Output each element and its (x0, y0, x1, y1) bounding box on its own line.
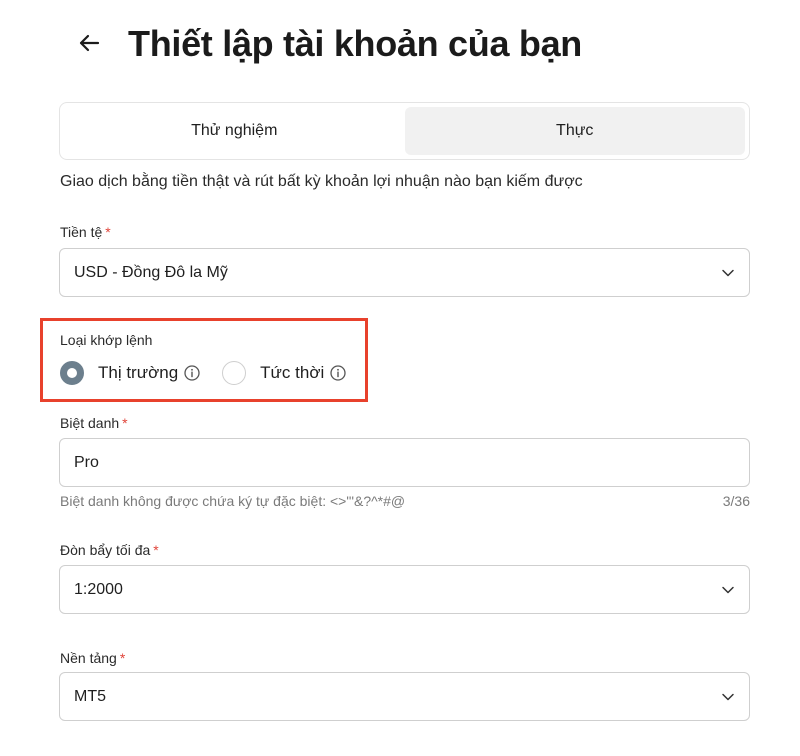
currency-label-text: Tiền tệ (60, 224, 103, 240)
arrow-left-icon (78, 32, 100, 59)
chevron-down-icon (721, 690, 735, 704)
platform-label-text: Nền tảng (60, 650, 117, 666)
platform-label: Nền tảng * (60, 650, 125, 666)
radio-instant-label: Tức thời (260, 363, 325, 382)
radio-market-label: Thị trường (98, 363, 179, 382)
currency-value: USD - Đồng Đô la Mỹ (74, 263, 228, 281)
leverage-label-text: Đòn bẩy tối đa (60, 542, 151, 558)
leverage-label: Đòn bẩy tối đa * (60, 542, 159, 558)
tab-real[interactable]: Thực (404, 107, 745, 155)
platform-value: MT5 (74, 687, 106, 705)
chevron-down-icon (721, 266, 735, 280)
chevron-down-icon (721, 583, 735, 597)
account-setup-page: Thiết lập tài khoản của bạn Thử nghiệm T… (0, 0, 800, 756)
leverage-select[interactable]: 1:2000 (59, 565, 750, 614)
radio-market[interactable] (60, 361, 84, 385)
nickname-label: Biệt danh * (60, 415, 128, 431)
required-mark: * (105, 224, 111, 240)
nickname-value: Pro (74, 453, 99, 471)
info-icon[interactable] (330, 365, 346, 381)
nickname-input[interactable]: Pro (59, 438, 750, 487)
currency-label: Tiền tệ * (60, 224, 111, 240)
required-mark: * (119, 650, 126, 666)
radio-instant[interactable] (222, 361, 247, 385)
execution-type-radio-group: Thị trường Tức thời (60, 360, 346, 386)
execution-option-market[interactable]: Thị trường (60, 361, 200, 385)
required-mark: * (153, 542, 159, 558)
nickname-char-counter: 3/36 (722, 493, 750, 509)
nickname-helper-text: Biệt danh không được chứa ký tự đặc biệt… (60, 493, 406, 509)
page-title: Thiết lập tài khoản của bạn (128, 23, 582, 64)
account-type-description: Giao dịch bằng tiền thật và rút bất kỳ k… (60, 173, 583, 190)
back-button[interactable] (72, 28, 106, 62)
nickname-label-text: Biệt danh (60, 415, 120, 431)
currency-select[interactable]: USD - Đồng Đô la Mỹ (59, 248, 750, 297)
required-mark: * (122, 415, 128, 431)
account-type-tabs: Thử nghiệm Thực (59, 102, 750, 160)
execution-option-instant[interactable]: Tức thời (222, 361, 346, 385)
platform-select[interactable]: MT5 (59, 672, 750, 721)
execution-type-label: Loại khớp lệnh (60, 332, 153, 348)
info-icon[interactable] (184, 365, 200, 381)
tab-demo[interactable]: Thử nghiệm (64, 107, 405, 155)
leverage-value: 1:2000 (74, 580, 123, 598)
nickname-helper: Biệt danh không được chứa ký tự đặc biệt… (60, 493, 750, 509)
